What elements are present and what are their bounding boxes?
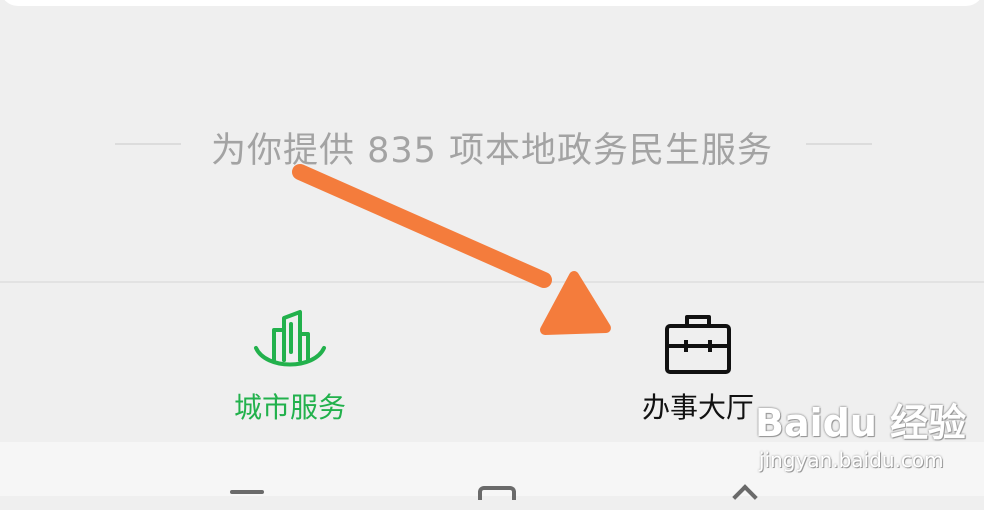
back-nav-icon[interactable] (732, 484, 758, 510)
watermark-brand: Baidu 经验 (755, 401, 967, 445)
home-nav-icon[interactable] (478, 486, 516, 500)
watermark-url: jingyan.baidu.com (759, 448, 944, 472)
menu-nav-icon[interactable] (230, 490, 264, 494)
baidu-jingyan-watermark: Baidu 经验 jingyan.baidu.com (755, 392, 975, 476)
